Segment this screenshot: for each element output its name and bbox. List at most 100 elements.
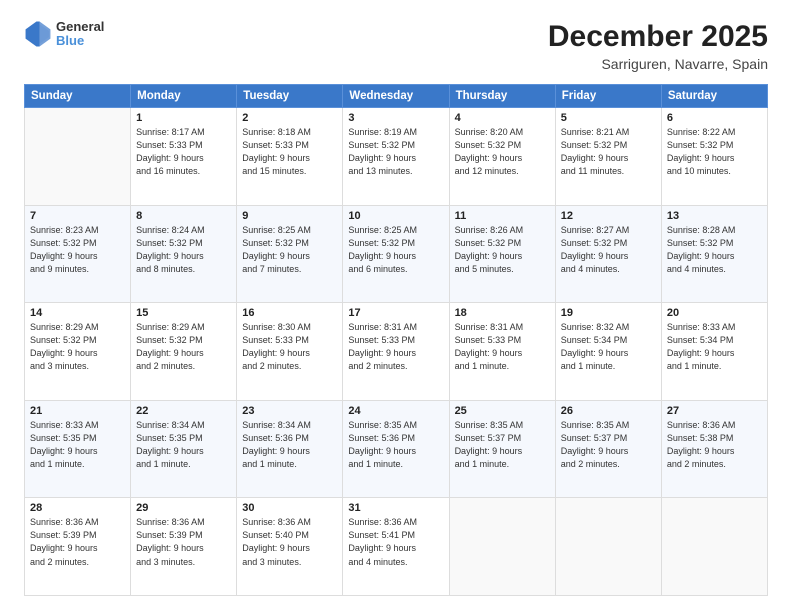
column-header-thursday: Thursday xyxy=(449,85,555,108)
calendar-cell: 17Sunrise: 8:31 AM Sunset: 5:33 PM Dayli… xyxy=(343,303,449,401)
calendar-cell xyxy=(555,498,661,596)
logo: General Blue xyxy=(24,20,104,49)
day-number: 5 xyxy=(561,112,656,124)
column-header-monday: Monday xyxy=(131,85,237,108)
day-number: 21 xyxy=(30,405,125,417)
calendar-cell: 31 Sunrise: 8:36 AM Sunset: 5:41 PM Dayli… xyxy=(343,498,449,596)
day-info: Sunrise: 8:17 AM Sunset: 5:33 PM Dayligh… xyxy=(136,126,231,178)
day-info: Sunrise: 8:33 AM Sunset: 5:34 PM Dayligh… xyxy=(667,321,762,373)
day-number: 14 xyxy=(30,307,125,319)
calendar-cell: 14Sunrise: 8:29 AM Sunset: 5:32 PM Dayli… xyxy=(25,303,131,401)
day-number: 10 xyxy=(348,210,443,222)
day-number: 27 xyxy=(667,405,762,417)
day-number: 13 xyxy=(667,210,762,222)
calendar-cell: 22 Sunrise: 8:34 AM Sunset: 5:35 PM Dayli… xyxy=(131,400,237,498)
day-info: Sunrise: 8:24 AM Sunset: 5:32 PM Dayligh… xyxy=(136,224,231,276)
day-number: 20 xyxy=(667,307,762,319)
calendar-cell: 27 Sunrise: 8:36 AM Sunset: 5:38 PM Dayli… xyxy=(661,400,767,498)
calendar-cell: 20 Sunrise: 8:33 AM Sunset: 5:34 PM Dayli… xyxy=(661,303,767,401)
day-info: Sunrise: 8:33 AM Sunset: 5:35 PM Dayligh… xyxy=(30,419,125,471)
logo-icon xyxy=(24,20,52,48)
calendar-cell: 3Sunrise: 8:19 AM Sunset: 5:32 PM Daylig… xyxy=(343,108,449,206)
column-header-friday: Friday xyxy=(555,85,661,108)
calendar-cell: 29 Sunrise: 8:36 AM Sunset: 5:39 PM Dayli… xyxy=(131,498,237,596)
calendar-header-row: SundayMondayTuesdayWednesdayThursdayFrid… xyxy=(25,85,768,108)
calendar-cell: 11 Sunrise: 8:26 AM Sunset: 5:32 PM Dayli… xyxy=(449,205,555,303)
logo-line2: Blue xyxy=(56,34,104,48)
day-info: Sunrise: 8:25 AM Sunset: 5:32 PM Dayligh… xyxy=(242,224,337,276)
title-area: December 2025 Sarriguren, Navarre, Spain xyxy=(548,20,768,72)
calendar-cell: 5 Sunrise: 8:21 AM Sunset: 5:32 PM Daylig… xyxy=(555,108,661,206)
day-number: 7 xyxy=(30,210,125,222)
day-info: Sunrise: 8:31 AM Sunset: 5:33 PM Dayligh… xyxy=(455,321,550,373)
column-header-saturday: Saturday xyxy=(661,85,767,108)
calendar-cell: 7 Sunrise: 8:23 AM Sunset: 5:32 PM Daylig… xyxy=(25,205,131,303)
main-title: December 2025 xyxy=(548,20,768,54)
day-info: Sunrise: 8:36 AM Sunset: 5:41 PM Dayligh… xyxy=(348,516,443,568)
day-info: Sunrise: 8:34 AM Sunset: 5:36 PM Dayligh… xyxy=(242,419,337,471)
calendar-week-row: 1 Sunrise: 8:17 AM Sunset: 5:33 PM Daylig… xyxy=(25,108,768,206)
day-number: 16 xyxy=(242,307,337,319)
day-number: 29 xyxy=(136,502,231,514)
calendar-cell: 23 Sunrise: 8:34 AM Sunset: 5:36 PM Dayli… xyxy=(237,400,343,498)
calendar-week-row: 28 Sunrise: 8:36 AM Sunset: 5:39 PM Dayli… xyxy=(25,498,768,596)
day-info: Sunrise: 8:32 AM Sunset: 5:34 PM Dayligh… xyxy=(561,321,656,373)
day-info: Sunrise: 8:36 AM Sunset: 5:40 PM Dayligh… xyxy=(242,516,337,568)
day-number: 28 xyxy=(30,502,125,514)
calendar-cell: 18 Sunrise: 8:31 AM Sunset: 5:33 PM Dayli… xyxy=(449,303,555,401)
day-info: Sunrise: 8:35 AM Sunset: 5:36 PM Dayligh… xyxy=(348,419,443,471)
calendar-cell: 16Sunrise: 8:30 AM Sunset: 5:33 PM Dayli… xyxy=(237,303,343,401)
calendar-cell: 6Sunrise: 8:22 AM Sunset: 5:32 PM Daylig… xyxy=(661,108,767,206)
day-number: 3 xyxy=(348,112,443,124)
day-info: Sunrise: 8:35 AM Sunset: 5:37 PM Dayligh… xyxy=(455,419,550,471)
day-number: 12 xyxy=(561,210,656,222)
calendar-week-row: 21 Sunrise: 8:33 AM Sunset: 5:35 PM Dayli… xyxy=(25,400,768,498)
day-number: 22 xyxy=(136,405,231,417)
calendar-cell: 26 Sunrise: 8:35 AM Sunset: 5:37 PM Dayli… xyxy=(555,400,661,498)
calendar-week-row: 14 Sunrise: 8:29 AM Sunset: 5:32 PM Dayli… xyxy=(25,303,768,401)
day-number: 31 xyxy=(348,502,443,514)
day-number: 19 xyxy=(561,307,656,319)
calendar-cell: 30Sunrise: 8:36 AM Sunset: 5:40 PM Dayli… xyxy=(237,498,343,596)
calendar-cell xyxy=(661,498,767,596)
day-number: 18 xyxy=(455,307,550,319)
page: General Blue December 2025 Sarriguren, N… xyxy=(0,0,792,612)
day-info: Sunrise: 8:36 AM Sunset: 5:39 PM Dayligh… xyxy=(136,516,231,568)
column-header-tuesday: Tuesday xyxy=(237,85,343,108)
calendar-cell: 1 Sunrise: 8:17 AM Sunset: 5:33 PM Daylig… xyxy=(131,108,237,206)
calendar-table: SundayMondayTuesdayWednesdayThursdayFrid… xyxy=(24,84,768,596)
day-info: Sunrise: 8:21 AM Sunset: 5:32 PM Dayligh… xyxy=(561,126,656,178)
calendar-cell: 21 Sunrise: 8:33 AM Sunset: 5:35 PM Dayli… xyxy=(25,400,131,498)
calendar-cell: 8 Sunrise: 8:24 AM Sunset: 5:32 PM Daylig… xyxy=(131,205,237,303)
day-info: Sunrise: 8:23 AM Sunset: 5:32 PM Dayligh… xyxy=(30,224,125,276)
day-info: Sunrise: 8:25 AM Sunset: 5:32 PM Dayligh… xyxy=(348,224,443,276)
day-number: 9 xyxy=(242,210,337,222)
day-number: 24 xyxy=(348,405,443,417)
logo-line1: General xyxy=(56,20,104,34)
day-info: Sunrise: 8:18 AM Sunset: 5:33 PM Dayligh… xyxy=(242,126,337,178)
calendar-cell: 9 Sunrise: 8:25 AM Sunset: 5:32 PM Daylig… xyxy=(237,205,343,303)
calendar-cell xyxy=(25,108,131,206)
day-info: Sunrise: 8:20 AM Sunset: 5:32 PM Dayligh… xyxy=(455,126,550,178)
day-number: 11 xyxy=(455,210,550,222)
calendar-cell: 24 Sunrise: 8:35 AM Sunset: 5:36 PM Dayli… xyxy=(343,400,449,498)
day-number: 8 xyxy=(136,210,231,222)
day-info: Sunrise: 8:26 AM Sunset: 5:32 PM Dayligh… xyxy=(455,224,550,276)
day-info: Sunrise: 8:35 AM Sunset: 5:37 PM Dayligh… xyxy=(561,419,656,471)
calendar-cell: 10 Sunrise: 8:25 AM Sunset: 5:32 PM Dayli… xyxy=(343,205,449,303)
day-info: Sunrise: 8:34 AM Sunset: 5:35 PM Dayligh… xyxy=(136,419,231,471)
day-info: Sunrise: 8:36 AM Sunset: 5:38 PM Dayligh… xyxy=(667,419,762,471)
day-number: 1 xyxy=(136,112,231,124)
calendar-cell xyxy=(449,498,555,596)
calendar-cell: 25Sunrise: 8:35 AM Sunset: 5:37 PM Dayli… xyxy=(449,400,555,498)
calendar-cell: 28Sunrise: 8:36 AM Sunset: 5:39 PM Dayli… xyxy=(25,498,131,596)
day-number: 23 xyxy=(242,405,337,417)
calendar-cell: 13 Sunrise: 8:28 AM Sunset: 5:32 PM Dayli… xyxy=(661,205,767,303)
column-header-sunday: Sunday xyxy=(25,85,131,108)
day-info: Sunrise: 8:29 AM Sunset: 5:32 PM Dayligh… xyxy=(136,321,231,373)
day-info: Sunrise: 8:28 AM Sunset: 5:32 PM Dayligh… xyxy=(667,224,762,276)
calendar-week-row: 7 Sunrise: 8:23 AM Sunset: 5:32 PM Daylig… xyxy=(25,205,768,303)
day-number: 26 xyxy=(561,405,656,417)
day-number: 6 xyxy=(667,112,762,124)
header: General Blue December 2025 Sarriguren, N… xyxy=(24,20,768,72)
